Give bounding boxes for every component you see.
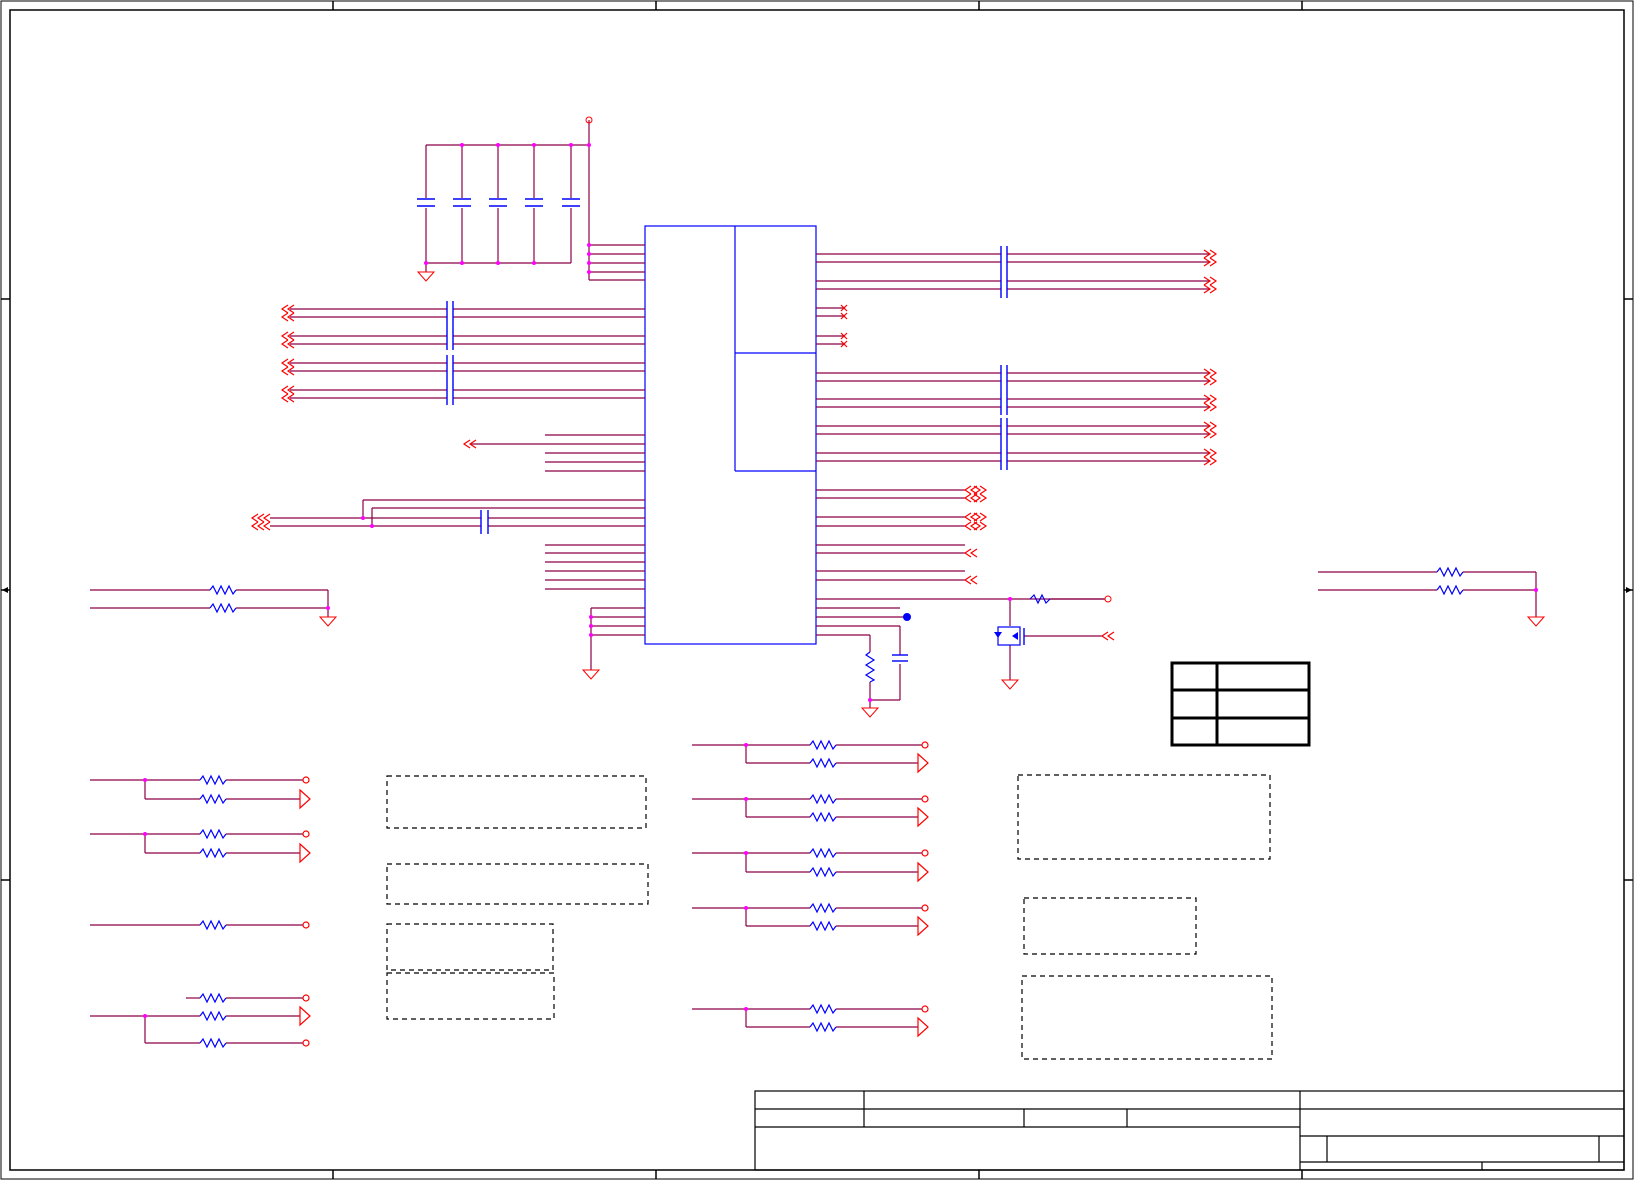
- right-diff-outputs-bottom: [816, 365, 1218, 470]
- bottom-left-resistor-network: [90, 774, 311, 1049]
- chip-ground-pins: [581, 607, 645, 680]
- dashed-note-boxes: [386, 774, 1273, 1060]
- ground-symbol: [416, 271, 436, 282]
- legend-table: [1170, 661, 1311, 747]
- left-diff-inputs: [280, 301, 645, 405]
- bottom-center-resistor-network: [692, 739, 929, 1038]
- right-diff-outputs-top: [816, 246, 1218, 348]
- right-pull-resistors: [1318, 566, 1546, 627]
- left-pull-resistors: [90, 584, 338, 627]
- capacitor-bank: [416, 116, 593, 282]
- main-chip: [644, 225, 817, 645]
- right-signal-group: [816, 485, 1105, 718]
- schematic-sheet: [0, 0, 1634, 1180]
- chip-power-pins: [589, 244, 645, 281]
- title-block: [754, 1090, 1625, 1171]
- switch-circuit: [994, 593, 1115, 690]
- left-signal-group: [270, 434, 645, 590]
